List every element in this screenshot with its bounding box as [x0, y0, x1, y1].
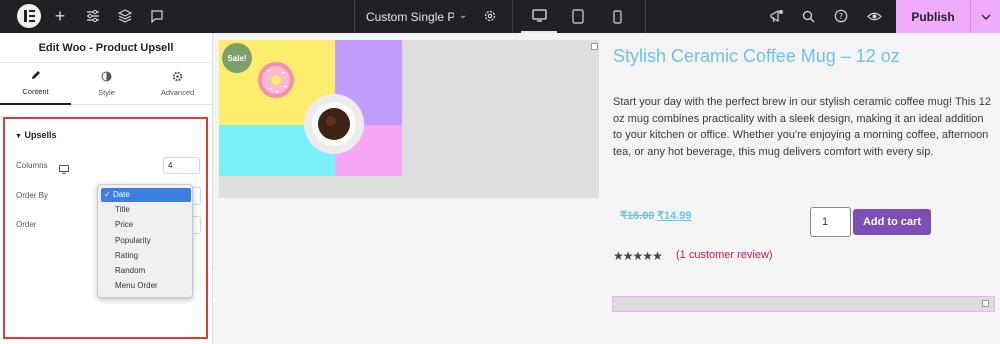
star-icon: ★: [652, 249, 663, 263]
order-by-label: Order By: [16, 191, 49, 200]
panel-title: Edit Woo - Product Upsell: [0, 33, 212, 63]
tab-content[interactable]: Content: [0, 63, 71, 105]
section-toggle[interactable]: ▼ Upsells: [15, 130, 56, 140]
help-icon[interactable]: ?: [833, 8, 849, 24]
notifications-megaphone-icon[interactable]: [768, 8, 784, 24]
publish-options-chevron-icon[interactable]: [970, 0, 1000, 33]
dropdown-option-popularity[interactable]: Popularity: [101, 234, 191, 248]
add-element-icon[interactable]: +: [52, 7, 68, 25]
divider: [354, 0, 355, 33]
star-icon: ★: [622, 249, 634, 263]
desktop-view-button[interactable]: [521, 0, 557, 33]
dropdown-option-price[interactable]: Price: [101, 218, 191, 232]
editor-topbar: + Custom Single Pr… ⌄ ? Publish: [0, 0, 1000, 33]
regular-price: ₹16.00: [620, 210, 655, 222]
tab-label: Content: [22, 87, 49, 96]
product-description: Start your day with the perfect brew in …: [613, 96, 992, 158]
preview-eye-icon[interactable]: [866, 8, 882, 24]
checkmark-icon: ✓: [104, 190, 111, 199]
star-icon: ★: [632, 249, 644, 263]
order-label: Order: [16, 220, 37, 229]
tab-style[interactable]: Style: [71, 63, 142, 105]
add-to-cart-button[interactable]: Add to cart: [853, 209, 931, 235]
dropdown-option-menu-order[interactable]: Menu Order: [101, 279, 191, 293]
caret-down-icon: ▼: [15, 133, 22, 140]
product-title: Stylish Ceramic Coffee Mug – 12 oz: [613, 46, 900, 66]
tab-label: Advanced: [160, 88, 195, 97]
upsell-widget-placeholder[interactable]: [612, 296, 995, 312]
svg-text:?: ?: [839, 12, 843, 21]
responsive-desktop-icon[interactable]: [59, 161, 69, 179]
dropdown-option-title[interactable]: Title: [101, 203, 191, 217]
pencil-icon: [30, 70, 41, 84]
mobile-view-button[interactable]: [599, 0, 635, 33]
star-rating: ★★★★★: [613, 249, 663, 263]
structure-layers-icon[interactable]: [117, 8, 133, 24]
sale-price: ₹14.99: [657, 210, 692, 222]
widget-handle-icon[interactable]: [591, 43, 598, 50]
sale-badge: Sale!: [222, 43, 252, 73]
quantity-input[interactable]: 1: [810, 207, 851, 237]
divider: [512, 0, 513, 33]
columns-label: Columns: [16, 161, 48, 170]
elementor-logo-icon[interactable]: [17, 4, 41, 28]
section-title: Upsells: [24, 130, 57, 140]
star-icon: ★: [642, 249, 653, 263]
dropdown-option-date[interactable]: ✓ Date: [101, 188, 191, 202]
dropdown-option-rating[interactable]: Rating: [101, 249, 191, 263]
site-settings-icon[interactable]: [85, 8, 101, 24]
editor-canvas: Sale! Stylish Ceramic Coffee Mug – 12 oz…: [214, 33, 1000, 344]
tab-advanced[interactable]: Advanced: [142, 63, 213, 105]
star-icon: ★: [613, 249, 624, 263]
page-settings-gear-icon[interactable]: [482, 8, 498, 24]
review-link[interactable]: (1 customer review): [676, 249, 773, 261]
page-title[interactable]: Custom Single Pr…: [366, 10, 454, 24]
columns-input[interactable]: 4: [163, 157, 200, 174]
tablet-view-button[interactable]: [560, 0, 596, 33]
coffee-cup-illustration: [304, 94, 364, 154]
order-by-dropdown: ✓ Date Title Price Popularity Rating Ran…: [97, 184, 193, 298]
publish-button[interactable]: Publish: [896, 0, 970, 33]
divider: [645, 0, 646, 33]
widget-handle-icon[interactable]: [982, 300, 989, 307]
product-image[interactable]: Sale!: [219, 40, 599, 198]
dropdown-option-random[interactable]: Random: [101, 264, 191, 278]
tab-label: Style: [98, 88, 115, 97]
gear-icon: [172, 71, 183, 85]
comments-icon[interactable]: [149, 8, 165, 24]
half-circle-icon: [101, 71, 112, 85]
panel-tabs: Content Style Advanced: [0, 63, 213, 105]
search-icon[interactable]: [800, 8, 816, 24]
chevron-down-icon[interactable]: ⌄: [455, 8, 471, 24]
donut-illustration: [258, 62, 294, 98]
